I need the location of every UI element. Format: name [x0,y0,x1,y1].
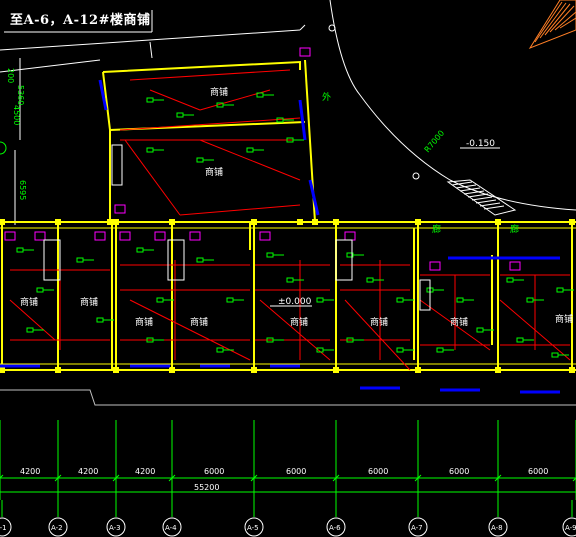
bay-width: 4200 [20,467,40,476]
outside-label: 外 [322,91,331,103]
axis-marker-label: A-7 [411,524,423,532]
column [107,219,113,225]
column [569,367,575,373]
floor-plan: 商铺 商铺 商铺 商铺 商铺 商铺 商铺 商铺 商铺 商铺 外 廊 廊 ±0.0… [0,0,576,537]
shop-label: 商铺 [135,316,153,328]
bay-width: 4200 [135,467,155,476]
upper-block-walls [102,59,318,223]
column [415,219,421,225]
bay-width-labels: 4200 4200 4200 6000 6000 6000 6000 6000 [20,467,548,476]
dim-label: 4500 [12,105,21,125]
dim-label: 200 [6,68,15,83]
total-width-label: 55200 [194,483,219,492]
shop-label: 商铺 [80,296,98,308]
bay-width: 6000 [449,467,469,476]
dimension-ticks [0,420,576,500]
outdoor-stair [446,179,517,216]
shop-label: 商铺 [205,166,223,178]
column [113,367,119,373]
bay-width: 6000 [204,467,224,476]
junction-boxes [4,47,521,271]
column [312,219,318,225]
axis-marker-label: A-3 [109,524,121,532]
bay-width: 4200 [78,467,98,476]
axis-marker-label: A-1 [0,524,7,532]
column [495,367,501,373]
dim-label: 5360 [16,85,25,105]
column [0,367,5,373]
radius-label: R7000 [423,129,447,155]
dim-label: 6595 [18,180,27,200]
bay-width: 6000 [286,467,306,476]
partition-walls [0,219,575,373]
shop-label: 商铺 [555,313,573,325]
cad-drawing: 至A-6，A-12#楼商铺 商铺 商铺 商铺 商铺 商铺 商铺 商铺 商铺 商铺… [0,0,576,537]
corridor-label: 廊 [510,223,519,235]
column [569,219,575,225]
column [169,367,175,373]
dimension-lines [0,477,576,493]
bay-width: 6000 [528,467,548,476]
column [169,219,175,225]
column [495,219,501,225]
shop-label: 商铺 [290,316,308,328]
bay-width: 6000 [368,467,388,476]
axis-marker-left [0,141,7,155]
axis-marker-label: A-5 [247,524,259,532]
column [55,367,61,373]
axis-marker-label: A-2 [51,524,63,532]
axis-marker-label: A-9 [565,524,576,532]
axis-marker-label: A-8 [491,524,503,532]
column [333,219,339,225]
column [55,219,61,225]
shop-label: 商铺 [20,296,38,308]
terrain-lines [0,0,576,225]
main-block-walls [0,221,576,371]
roof-hatch [528,0,576,50]
column [251,367,257,373]
column [333,367,339,373]
column [113,219,119,225]
column [0,219,5,225]
column [251,219,257,225]
column [415,367,421,373]
shop-label: 商铺 [450,316,468,328]
corridor-label: 廊 [432,223,441,235]
shop-label: 商铺 [210,86,228,98]
axis-marker-label: A-4 [165,524,177,532]
axis-markers: A-1 A-2 A-3 A-4 A-5 A-6 A-7 A-8 A-9 [0,500,576,537]
shop-label: 商铺 [190,316,208,328]
column [297,219,303,225]
axis-marker-label: A-6 [329,524,341,532]
shop-label: 商铺 [370,316,388,328]
